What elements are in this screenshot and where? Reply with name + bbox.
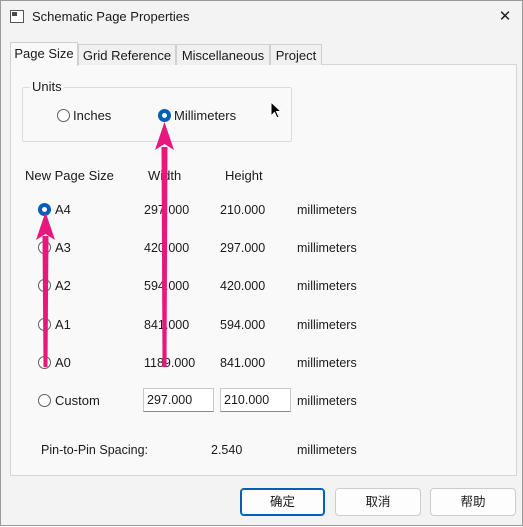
tab-grid-reference[interactable]: Grid Reference (78, 44, 176, 65)
size-label-a2[interactable]: A2 (55, 278, 71, 293)
width-value-a4: 297.000 (144, 203, 190, 217)
size-label-a4[interactable]: A4 (55, 202, 71, 217)
size-radio-custom[interactable] (38, 394, 51, 407)
new-page-size-header: New Page Size (25, 168, 114, 183)
custom-width-input[interactable]: 297.000 (143, 388, 214, 412)
width-value-a1: 841.000 (144, 318, 190, 332)
tab-miscellaneous[interactable]: Miscellaneous (176, 44, 270, 65)
width-value-a2: 594.000 (144, 279, 190, 293)
height-value-a0: 841.000 (220, 356, 266, 370)
units-value-a4: millimeters (297, 203, 357, 217)
height-value-a3: 297.000 (220, 241, 266, 255)
units-value-a1: millimeters (297, 318, 357, 332)
height-value-a1: 594.000 (220, 318, 266, 332)
size-radio-a0[interactable] (38, 356, 51, 369)
units-value-a2: millimeters (297, 279, 357, 293)
size-radio-a1[interactable] (38, 318, 51, 331)
units-value-custom: millimeters (297, 394, 357, 408)
width-value-a0: 1189.000 (144, 356, 196, 370)
height-value-a2: 420.000 (220, 279, 266, 293)
size-radio-a4[interactable] (38, 203, 51, 216)
size-radio-a3[interactable] (38, 241, 51, 254)
size-label-a0[interactable]: A0 (55, 355, 71, 370)
inches-radio[interactable] (57, 109, 70, 122)
width-header: Width (148, 168, 182, 183)
height-header: Height (225, 168, 263, 183)
help-button[interactable]: 帮助 (430, 488, 516, 516)
title-bar: Schematic Page Properties ✕ (1, 1, 522, 33)
height-value-a4: 210.000 (220, 203, 266, 217)
units-value-a0: millimeters (297, 356, 357, 370)
tab-page-size[interactable]: Page Size (10, 42, 78, 66)
millimeters-label[interactable]: Millimeters (174, 108, 236, 123)
cancel-button[interactable]: 取消 (335, 488, 421, 516)
size-radio-a2[interactable] (38, 279, 51, 292)
pin-spacing-units: millimeters (297, 443, 357, 457)
width-value-a3: 420.000 (144, 241, 190, 255)
dialog-window: Schematic Page Properties ✕ Page Size Gr… (0, 0, 523, 526)
ok-button[interactable]: 确定 (240, 488, 325, 516)
millimeters-radio[interactable] (158, 109, 171, 122)
units-value-a3: millimeters (297, 241, 357, 255)
size-label-custom[interactable]: Custom (55, 393, 100, 408)
app-icon (10, 10, 24, 23)
pin-spacing-label: Pin-to-Pin Spacing: (41, 443, 149, 457)
custom-height-input[interactable]: 210.000 (220, 388, 291, 412)
inches-label[interactable]: Inches (73, 108, 111, 123)
close-button[interactable]: ✕ (488, 1, 522, 33)
size-label-a3[interactable]: A3 (55, 240, 71, 255)
window-title: Schematic Page Properties (32, 9, 190, 24)
size-label-a1[interactable]: A1 (55, 317, 71, 332)
tab-project[interactable]: Project (270, 44, 322, 65)
units-group-label: Units (30, 79, 64, 94)
pin-spacing-value: 2.540 (211, 443, 243, 457)
